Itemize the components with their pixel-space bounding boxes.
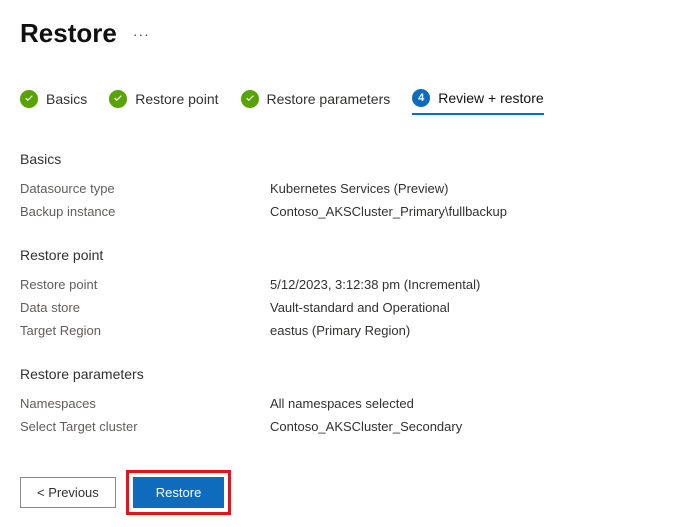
check-icon	[109, 90, 127, 108]
section-restore-point: Restore point Restore point 5/12/2023, 3…	[20, 247, 664, 338]
previous-button[interactable]: < Previous	[20, 477, 116, 508]
row-label: Select Target cluster	[20, 419, 270, 434]
more-icon[interactable]: ···	[133, 26, 150, 42]
row-value: Contoso_AKSCluster_Secondary	[270, 419, 462, 434]
section-title: Basics	[20, 151, 664, 167]
row-value: Vault-standard and Operational	[270, 300, 450, 315]
row-data-store: Data store Vault-standard and Operationa…	[20, 300, 664, 315]
page-title: Restore	[20, 18, 117, 49]
row-backup-instance: Backup instance Contoso_AKSCluster_Prima…	[20, 204, 664, 219]
step-label: Review + restore	[438, 90, 543, 106]
row-target-region: Target Region eastus (Primary Region)	[20, 323, 664, 338]
row-label: Namespaces	[20, 396, 270, 411]
check-icon	[20, 90, 38, 108]
page-header: Restore ···	[20, 18, 664, 49]
row-value: Kubernetes Services (Preview)	[270, 181, 448, 196]
section-restore-parameters: Restore parameters Namespaces All namesp…	[20, 366, 664, 434]
restore-button[interactable]: Restore	[133, 477, 225, 508]
step-label: Basics	[46, 91, 87, 107]
row-label: Data store	[20, 300, 270, 315]
step-restore-point[interactable]: Restore point	[109, 90, 218, 114]
row-target-cluster: Select Target cluster Contoso_AKSCluster…	[20, 419, 664, 434]
row-restore-point: Restore point 5/12/2023, 3:12:38 pm (Inc…	[20, 277, 664, 292]
row-datasource-type: Datasource type Kubernetes Services (Pre…	[20, 181, 664, 196]
step-label: Restore parameters	[267, 91, 391, 107]
section-basics: Basics Datasource type Kubernetes Servic…	[20, 151, 664, 219]
row-value: eastus (Primary Region)	[270, 323, 410, 338]
section-title: Restore parameters	[20, 366, 664, 382]
highlight-box: Restore	[126, 470, 232, 515]
row-label: Target Region	[20, 323, 270, 338]
section-title: Restore point	[20, 247, 664, 263]
row-label: Restore point	[20, 277, 270, 292]
check-icon	[241, 90, 259, 108]
step-label: Restore point	[135, 91, 218, 107]
wizard-stepper: Basics Restore point Restore parameters …	[20, 89, 664, 115]
row-label: Datasource type	[20, 181, 270, 196]
wizard-footer: < Previous Restore	[20, 470, 231, 515]
row-label: Backup instance	[20, 204, 270, 219]
row-value: 5/12/2023, 3:12:38 pm (Incremental)	[270, 277, 480, 292]
row-value: All namespaces selected	[270, 396, 414, 411]
step-restore-parameters[interactable]: Restore parameters	[241, 90, 391, 114]
step-number-icon: 4	[412, 89, 430, 107]
row-value: Contoso_AKSCluster_Primary\fullbackup	[270, 204, 507, 219]
step-review-restore[interactable]: 4 Review + restore	[412, 89, 543, 115]
step-basics[interactable]: Basics	[20, 90, 87, 114]
row-namespaces: Namespaces All namespaces selected	[20, 396, 664, 411]
